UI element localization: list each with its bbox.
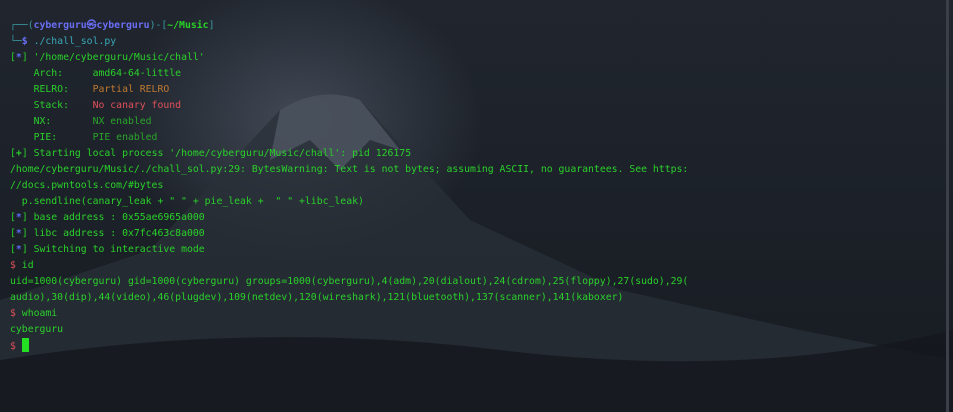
terminal-text: whoami [15,308,58,319]
terminal-text: ] '/home/cyberguru/Music/chall' [21,52,205,63]
terminal-line: Stack: No canary found [10,98,688,114]
terminal-text: No canary found [92,100,182,111]
terminal-text: NX enabled [92,116,152,127]
terminal-line: [+] Starting local process '/home/cyberg… [10,146,688,162]
terminal-text: //docs.pwntools.com/#bytes [10,180,164,191]
terminal-line: ┌──(cyberguru㉿cyberguru)-[~/Music] [10,18,688,34]
terminal-text: cyberguru [10,324,64,335]
terminal-text: ] libc address : 0x7fc463c8a000 [21,228,205,239]
terminal-text: RELRO: [10,84,93,95]
terminal-text: id [15,260,34,271]
terminal-text: ./chall_sol.py [27,36,117,47]
terminal-text: └─ [10,36,22,47]
terminal-line: audio),30(dip),44(video),46(plugdev),109… [10,290,688,306]
terminal-text: audio),30(dip),44(video),46(plugdev),109… [10,292,624,303]
terminal-line: Arch: amd64-64-little [10,66,688,82]
terminal-text: Arch: amd64-64-little [10,68,182,79]
terminal-text: )-[ [149,20,168,31]
terminal-text: /home/cyberguru/Music/./chall_sol.py:29:… [10,164,689,175]
terminal-line: RELRO: Partial RELRO [10,82,688,98]
terminal-line: NX: NX enabled [10,114,688,130]
terminal-line: [*] Switching to interactive mode [10,242,688,258]
terminal-line: //docs.pwntools.com/#bytes [10,178,688,194]
terminal-line: └─$ ./chall_sol.py [10,34,688,50]
terminal-output[interactable]: ┌──(cyberguru㉿cyberguru)-[~/Music] └─$ ./… [10,18,688,354]
terminal-line: [*] '/home/cyberguru/Music/chall' [10,50,688,66]
terminal-text: ] base address : 0x55ae6965a000 [21,212,205,223]
terminal-text: ~/Music [167,20,209,31]
terminal-line: [*] libc address : 0x7fc463c8a000 [10,226,688,242]
terminal-line: $ whoami [10,306,688,322]
terminal-text: cyberguru㉿cyberguru [33,20,150,31]
terminal-line: $ [10,338,688,354]
terminal-text: ] [208,20,215,31]
terminal-text: NX: [10,116,93,127]
terminal-text: Partial RELRO [92,84,170,95]
cursor-block [21,338,29,352]
terminal-text: ┌──( [10,20,34,31]
terminal-line: PIE: PIE enabled [10,130,688,146]
terminal-line: p.sendline(canary_leak + " " + pie_leak … [10,194,688,210]
terminal-text: ] Switching to interactive mode [21,244,205,255]
terminal-text: uid=1000(cyberguru) gid=1000(cyberguru) … [10,276,689,287]
terminal-line: cyberguru [10,322,688,338]
terminal-text: ] Starting local process '/home/cybergur… [21,148,412,159]
scrollbar[interactable] [946,0,949,412]
terminal-line: uid=1000(cyberguru) gid=1000(cyberguru) … [10,274,688,290]
terminal-text: Stack: [10,100,93,111]
terminal-line: [*] base address : 0x55ae6965a000 [10,210,688,226]
terminal-line: /home/cyberguru/Music/./chall_sol.py:29:… [10,162,688,178]
terminal-text: p.sendline(canary_leak + " " + pie_leak … [10,196,364,207]
terminal-line: $ id [10,258,688,274]
terminal-text: PIE: [10,132,93,143]
terminal-text: PIE enabled [92,132,158,143]
